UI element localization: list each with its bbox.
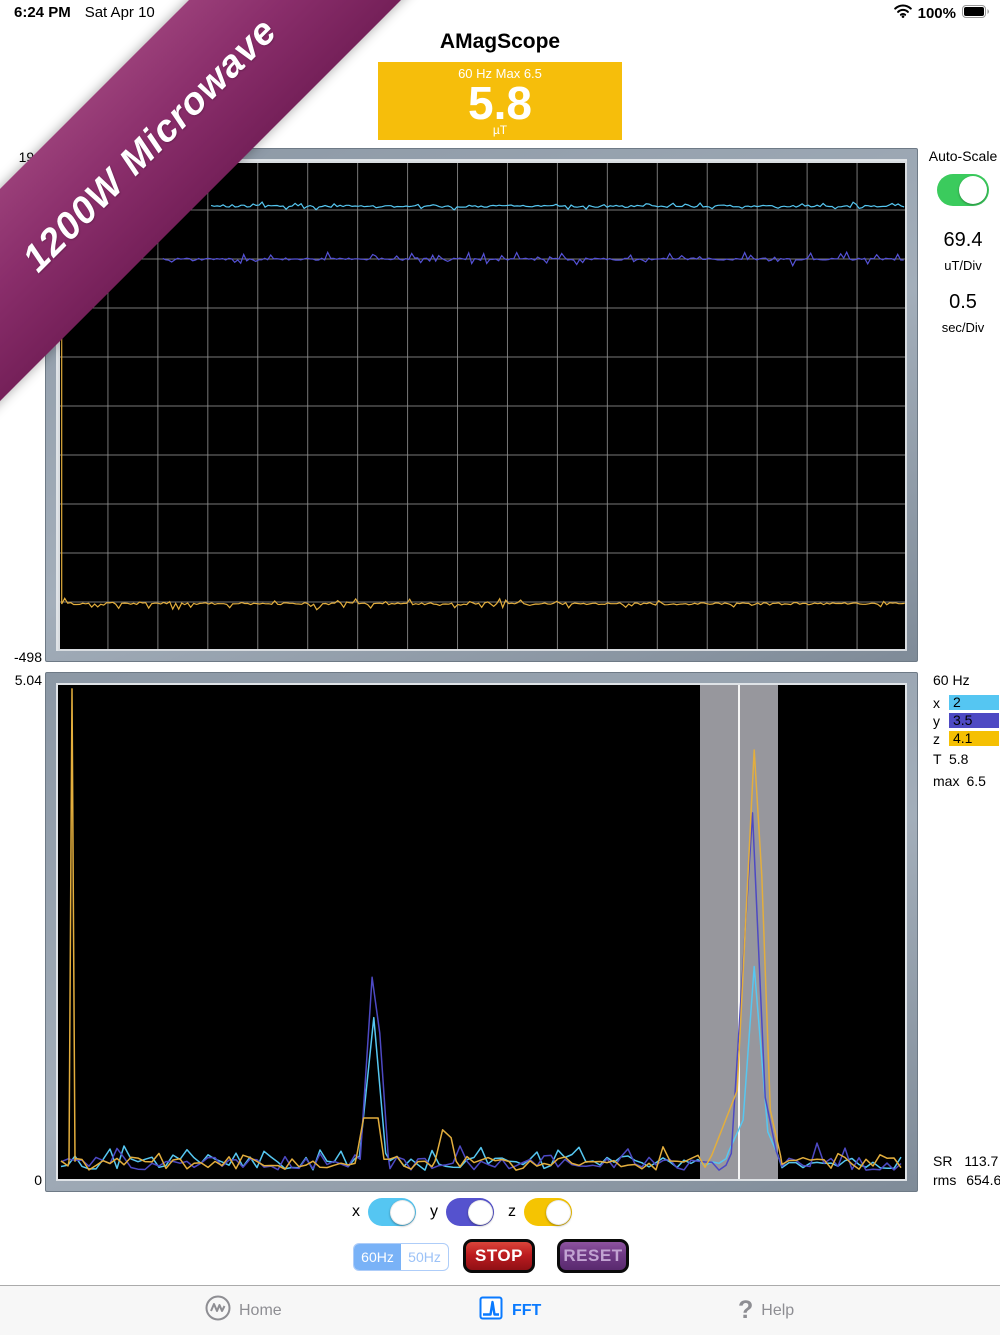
question-icon: ? <box>738 1298 753 1323</box>
fft-stats: SR 113.7 rms 654.65 <box>933 1152 1000 1190</box>
status-date: Sat Apr 10 <box>85 4 155 21</box>
fft-value-chip-z: 4.1 <box>949 731 999 746</box>
axis-toggle-switch-y <box>446 1198 494 1226</box>
frequency-marker-band[interactable] <box>700 685 778 1179</box>
axis-toggle-switch-z <box>524 1198 572 1226</box>
fft-total-label: T <box>933 751 949 767</box>
tab-help[interactable]: ? Help <box>738 1286 794 1335</box>
scope-chart-plot <box>58 161 905 649</box>
frequency-marker-line <box>738 685 740 1179</box>
reset-button[interactable]: RESET <box>557 1239 629 1273</box>
axis-toggle-label-z: z <box>508 1203 516 1221</box>
ut-per-div-label: uT/Div <box>928 258 998 273</box>
toggle-knob <box>959 176 987 204</box>
axis-toggle-label-x: x <box>352 1203 360 1221</box>
tab-help-label: Help <box>761 1302 794 1320</box>
tab-fft[interactable]: FFT <box>478 1286 541 1335</box>
fft-axis-label-y: y <box>933 713 949 729</box>
readout-value: 5.8 <box>378 81 622 125</box>
auto-scale-label: Auto-Scale <box>928 148 998 164</box>
fft-frequency-label: 60 Hz <box>933 672 999 688</box>
frequency-segmented-control: 60Hz 50Hz <box>353 1243 449 1271</box>
stop-button[interactable]: STOP <box>463 1239 535 1273</box>
tab-home[interactable]: Home <box>205 1286 282 1335</box>
sec-per-div-label: sec/Div <box>928 320 998 335</box>
fft-value-chip-x: 2 <box>949 695 999 710</box>
segment-50hz[interactable]: 50Hz <box>401 1244 448 1270</box>
sec-per-div-value: 0.5 <box>928 291 998 314</box>
axis-toggle-row: x y z <box>352 1198 572 1226</box>
rms-value: 654.65 <box>966 1172 1000 1188</box>
fft-chart-plot <box>58 685 905 1179</box>
tab-fft-label: FFT <box>512 1302 541 1320</box>
fft-value-chip-y: 3.5 <box>949 713 999 728</box>
status-bar: 6:24 PM Sat Apr 10 100% <box>0 0 1000 25</box>
main-readout: 60 Hz Max 6.5 5.8 µT <box>378 62 622 140</box>
clock: 6:24 PM <box>14 4 71 21</box>
segment-60hz[interactable]: 60Hz <box>354 1244 401 1270</box>
fft-chart-frame <box>45 672 918 1192</box>
scope-controls: Auto-Scale 69.4 uT/Div 0.5 sec/Div <box>928 148 998 335</box>
fft-readouts: 60 Hz x 2 y 3.5 z 4.1 T 5.8 max 6.5 <box>933 672 999 789</box>
axis-toggle-z[interactable]: z <box>508 1198 572 1226</box>
sample-rate-label: SR <box>933 1153 952 1169</box>
fft-y-min-label: 0 <box>0 1172 42 1188</box>
battery-icon <box>962 5 990 22</box>
axis-toggle-x[interactable]: x <box>352 1198 416 1226</box>
fft-axis-label-x: x <box>933 695 949 711</box>
tab-bar: Home FFT ? Help <box>0 1285 1000 1335</box>
ut-per-div-value: 69.4 <box>928 229 998 252</box>
fft-total-value: 5.8 <box>949 751 968 767</box>
wifi-icon <box>894 4 912 22</box>
battery-percent: 100% <box>918 5 956 22</box>
auto-scale-toggle[interactable] <box>937 174 989 206</box>
waveform-circle-icon <box>205 1295 231 1326</box>
fft-axis-label-z: z <box>933 731 949 747</box>
fft-canvas <box>58 685 907 1181</box>
rms-label: rms <box>933 1172 956 1188</box>
fft-y-max-label: 5.04 <box>0 672 42 688</box>
axis-toggle-y[interactable]: y <box>430 1198 494 1226</box>
tab-home-label: Home <box>239 1302 282 1320</box>
fft-max-value: 6.5 <box>966 773 985 789</box>
toggle-knob <box>546 1200 571 1225</box>
toggle-knob <box>390 1200 415 1225</box>
scope-canvas <box>58 161 907 651</box>
readout-unit: µT <box>378 125 622 135</box>
axis-toggle-switch-x <box>368 1198 416 1226</box>
buttons-row: 60Hz 50Hz STOP RESET <box>0 1239 1000 1275</box>
sample-rate-value: 113.7 <box>964 1153 998 1169</box>
axis-toggle-label-y: y <box>430 1203 438 1221</box>
toggle-knob <box>468 1200 493 1225</box>
scope-y-min-label: -498 <box>0 649 42 665</box>
fft-spike-icon <box>478 1295 504 1326</box>
fft-max-label: max <box>933 773 959 789</box>
